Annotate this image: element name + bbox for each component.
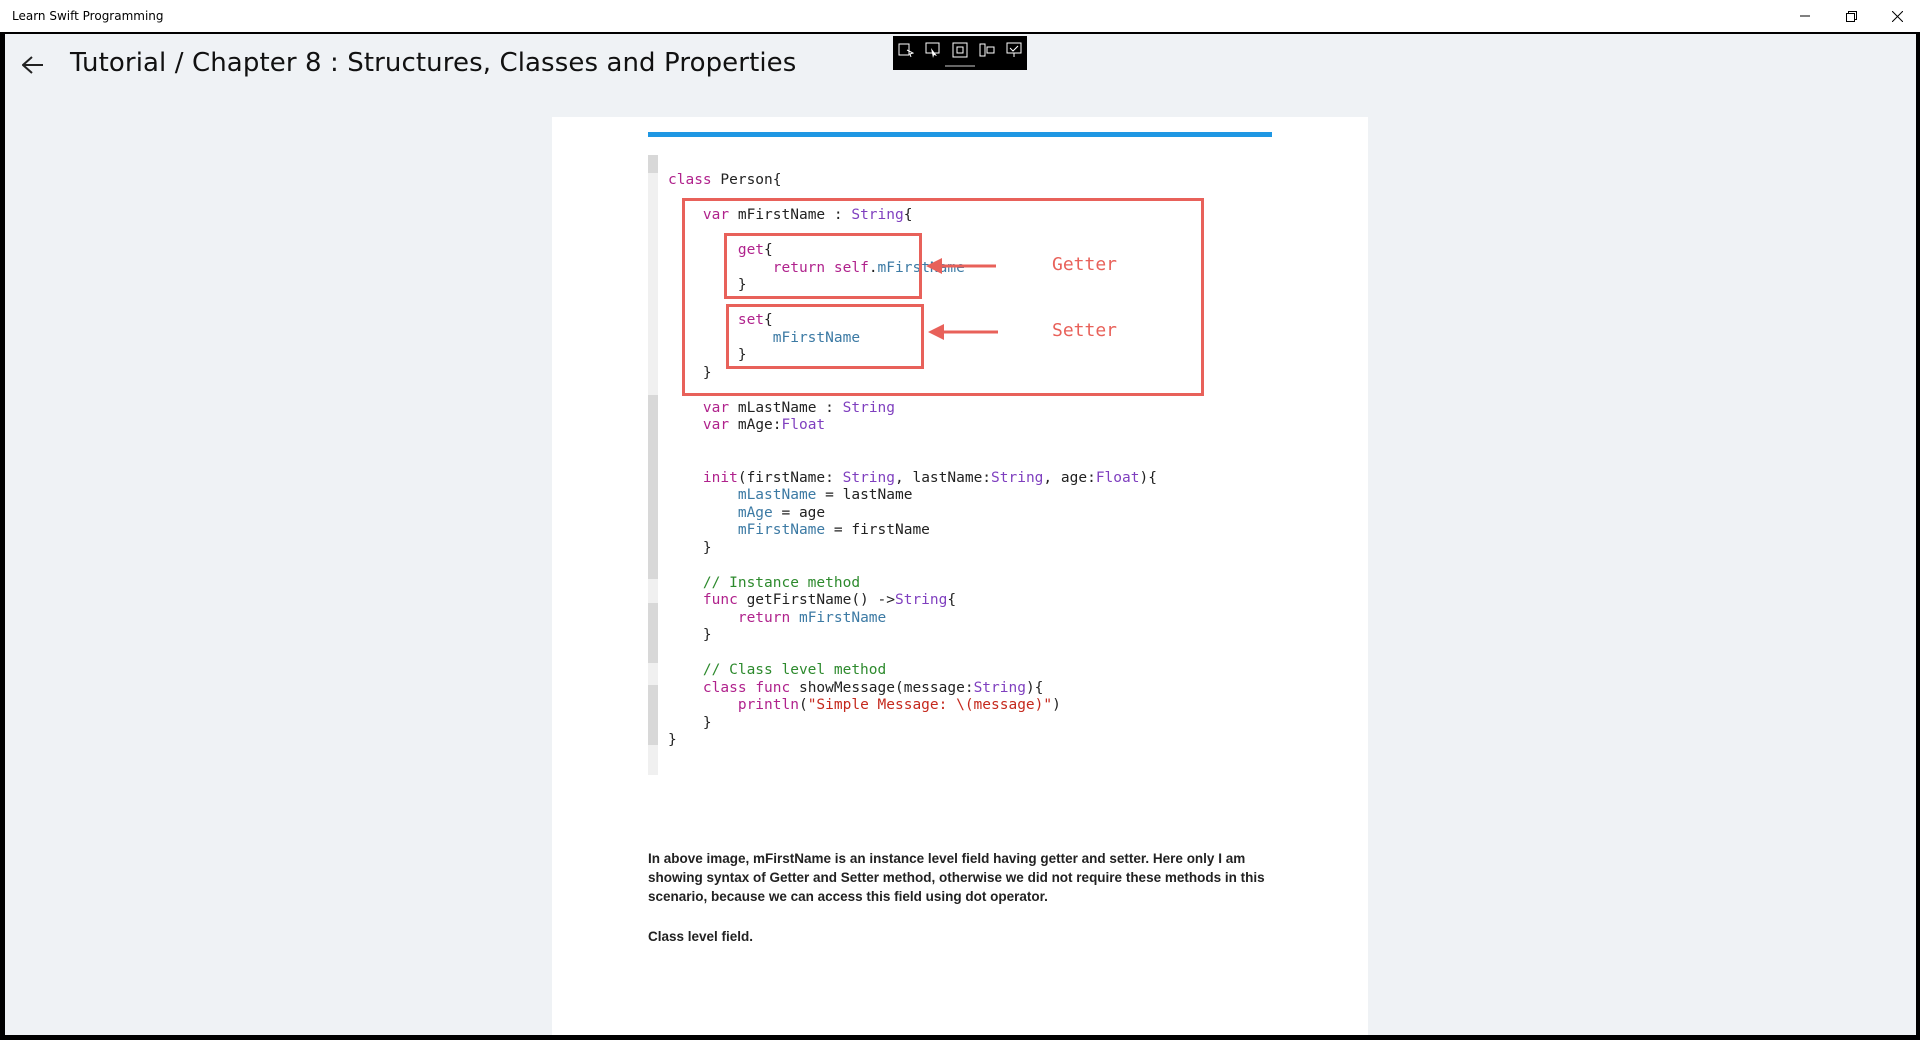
code-line: func getFirstName() ->String{: [702, 592, 957, 608]
track-icon: [1006, 42, 1022, 57]
code-line: mAge = age: [737, 504, 826, 521]
code-line: mFirstName = firstName: [737, 522, 930, 538]
app-content: Tutorial / Chapter 8 : Structures, Class…: [5, 34, 1916, 1035]
code-image: class Person{ var mFirstName : String{ g…: [648, 155, 1272, 775]
toolbar-grip[interactable]: [945, 65, 975, 67]
setter-label: Setter: [1052, 320, 1118, 341]
select-icon: [898, 43, 914, 58]
select-button[interactable]: [896, 40, 916, 60]
lesson-card: class Person{ var mFirstName : String{ g…: [552, 117, 1368, 1035]
code-line: return mFirstName: [737, 609, 887, 626]
body-paragraph: In above image, mFirstName is an instanc…: [648, 851, 1265, 904]
pointer-icon: [925, 42, 940, 58]
code-line: // Class level method: [702, 662, 887, 678]
close-icon: [1891, 10, 1903, 22]
arrow-left-icon: [22, 56, 43, 74]
accent-bar: [648, 132, 1272, 137]
section-subheading: Class level field.: [648, 929, 754, 944]
code-line: var mAge:Float: [702, 417, 826, 433]
code-line: }: [668, 627, 712, 643]
code-line: }: [668, 714, 712, 731]
restore-icon: [1845, 10, 1857, 22]
code-line: init(firstName: String, lastName:String,…: [702, 469, 1157, 486]
minimize-button[interactable]: [1782, 0, 1828, 32]
frame-icon: [952, 42, 968, 58]
code-gutter: [648, 155, 658, 775]
code-line: class func showMessage(message:String){: [702, 679, 1044, 696]
floating-toolbar: [893, 36, 1027, 70]
code-line: println("Simple Message: \(message)"): [737, 697, 1061, 713]
getter-arrow-icon: [926, 258, 996, 274]
getter-highlight-box: [724, 233, 922, 299]
code-line: }: [668, 732, 677, 748]
setter-highlight-box: [726, 304, 924, 369]
inspect-icon: [979, 43, 995, 57]
title-bar: Learn Swift Programming: [0, 0, 1920, 32]
back-button[interactable]: [15, 47, 51, 83]
close-button[interactable]: [1874, 0, 1920, 32]
code-line: // Instance method: [702, 574, 861, 591]
restore-button[interactable]: [1828, 0, 1874, 32]
code-line: var mLastName : String: [702, 399, 896, 416]
track-button[interactable]: [1004, 40, 1024, 60]
code-line: class Person{: [668, 172, 782, 188]
code-line: mLastName = lastName: [737, 487, 913, 503]
minimize-icon: [1800, 15, 1810, 17]
setter-arrow-icon: [928, 324, 998, 340]
app-title: Learn Swift Programming: [12, 9, 164, 23]
pointer-button[interactable]: [923, 40, 943, 60]
getter-label: Getter: [1052, 254, 1118, 275]
code-line: }: [668, 539, 712, 556]
page-title: Tutorial / Chapter 8 : Structures, Class…: [70, 48, 797, 78]
inspect-button[interactable]: [977, 40, 997, 60]
frame-button[interactable]: [950, 40, 970, 60]
